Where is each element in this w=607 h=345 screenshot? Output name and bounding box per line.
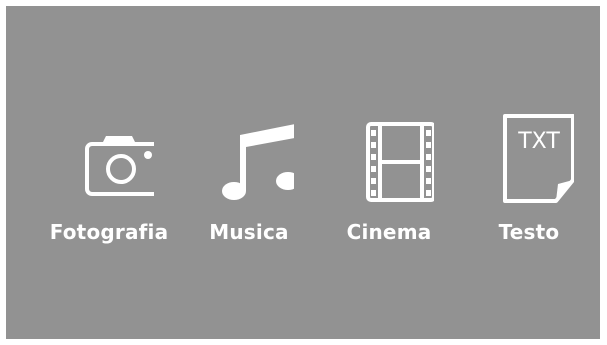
text-document-icon: TXT bbox=[464, 114, 594, 204]
menu-item-testo[interactable]: TXT Testo bbox=[464, 114, 594, 254]
txt-icon-label: TXT bbox=[517, 129, 560, 154]
menu-item-label: Fotografia bbox=[49, 220, 169, 244]
menu-item-label: Musica bbox=[209, 220, 289, 244]
menu-item-cinema[interactable]: Cinema bbox=[324, 114, 454, 254]
music-note-icon bbox=[184, 114, 314, 204]
menu-item-label: Testo bbox=[498, 220, 560, 244]
menu-item-musica[interactable]: Musica bbox=[184, 114, 314, 254]
film-strip-icon bbox=[324, 114, 454, 204]
menu-item-fotografia[interactable]: Fotografia bbox=[44, 114, 174, 254]
menu-item-label: Cinema bbox=[346, 220, 432, 244]
media-menu-screen: Fotografia Musica Cinema TXT Testo bbox=[6, 6, 600, 339]
camera-icon bbox=[44, 114, 174, 204]
